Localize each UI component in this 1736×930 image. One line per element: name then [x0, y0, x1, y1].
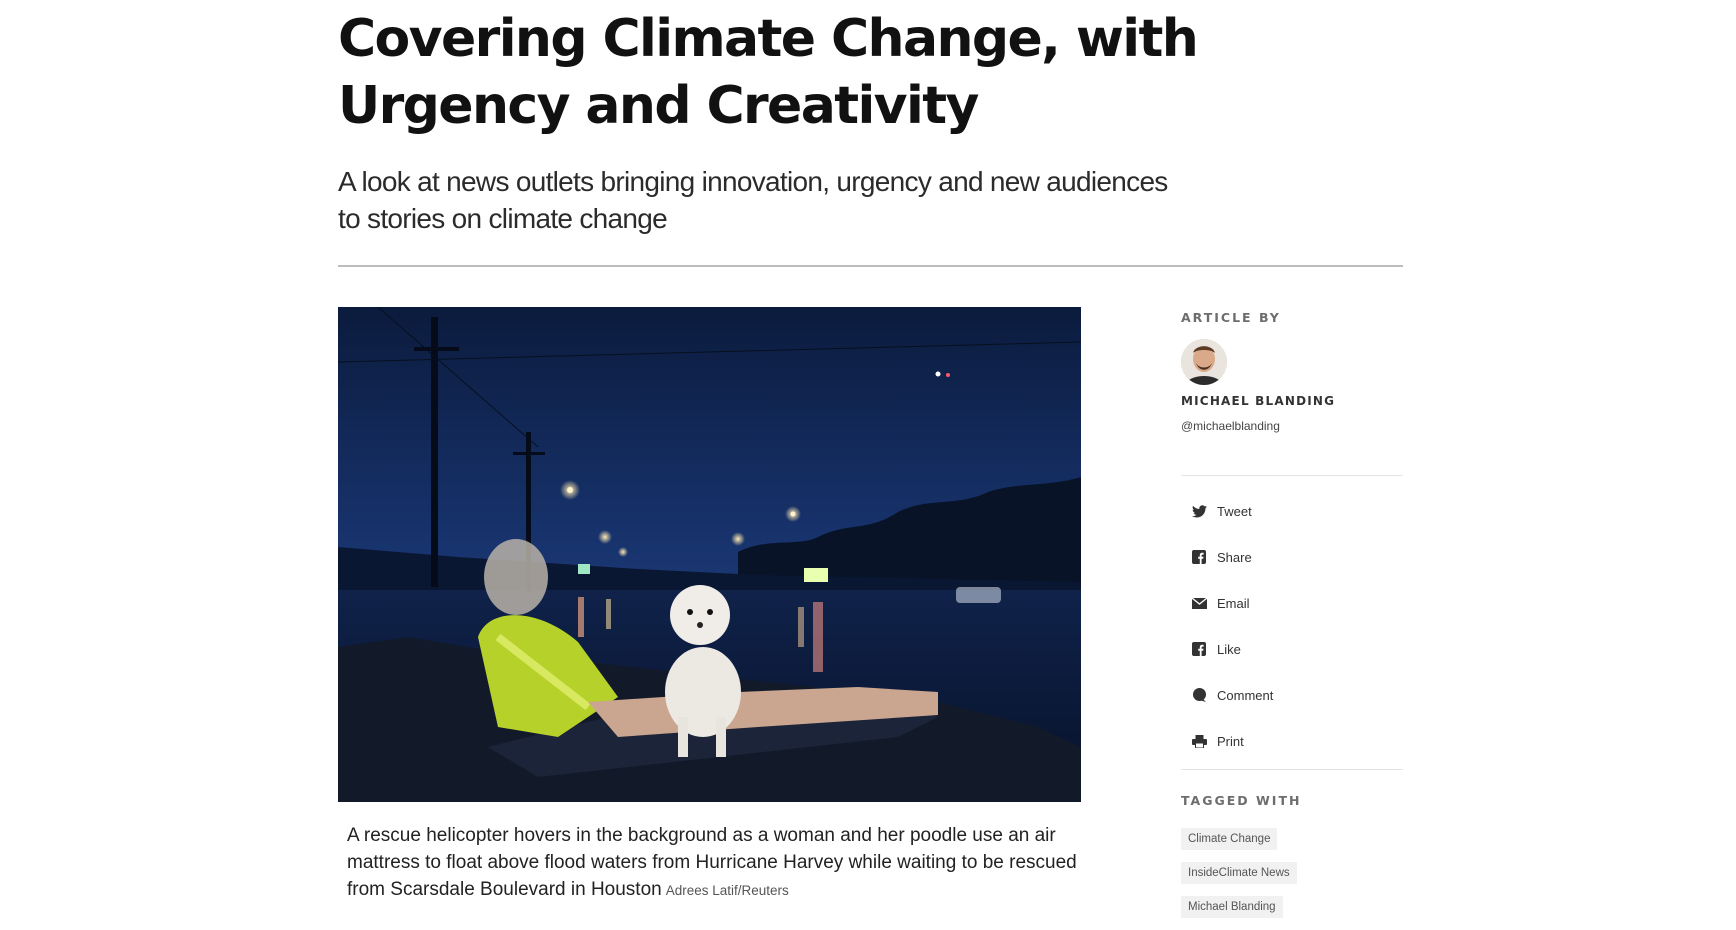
hero-caption: A rescue helicopter hovers in the backgr… [347, 822, 1077, 904]
header-divider [338, 265, 1403, 267]
share-comment-button[interactable]: Comment [1191, 672, 1391, 718]
share-email-button[interactable]: Email [1191, 580, 1391, 626]
hero-photo [338, 307, 1081, 802]
share-print-button[interactable]: Print [1191, 718, 1391, 764]
share-label: Share [1217, 549, 1252, 565]
share-label: Like [1217, 641, 1241, 657]
share-label: Email [1217, 595, 1250, 611]
share-label: Comment [1217, 687, 1274, 703]
tag-chip[interactable]: Climate Change [1181, 828, 1278, 850]
share-list: Tweet Share Email Like Comment Print [1191, 488, 1391, 764]
facebook-icon [1191, 549, 1207, 565]
article-title: Covering Climate Change, with Urgency an… [338, 9, 1199, 136]
author-name[interactable]: MICHAEL BLANDING [1181, 394, 1335, 408]
author-avatar[interactable] [1181, 339, 1227, 385]
comment-icon [1191, 687, 1207, 703]
share-tweet-button[interactable]: Tweet [1191, 488, 1391, 534]
facebook-icon [1191, 641, 1207, 657]
author-handle[interactable]: @michaelblanding [1181, 419, 1280, 433]
sidebar-divider [1181, 475, 1403, 476]
envelope-icon [1191, 595, 1207, 611]
photo-credit: Adrees Latif/Reuters [665, 883, 789, 898]
article-subtitle: A look at news outlets bringing innovati… [338, 166, 1168, 234]
printer-icon [1191, 733, 1207, 749]
sidebar-divider [1181, 769, 1403, 770]
tag-chip[interactable]: Michael Blanding [1181, 896, 1283, 918]
share-like-button[interactable]: Like [1191, 626, 1391, 672]
tag-chip[interactable]: InsideClimate News [1181, 862, 1297, 884]
tag-list: Climate Change InsideClimate News Michael … [1181, 828, 1403, 930]
share-facebook-button[interactable]: Share [1191, 534, 1391, 580]
article-page: Covering Climate Change, with Urgency an… [0, 0, 1736, 918]
tagged-with-label: TAGGED WITH [1181, 793, 1302, 808]
article-by-label: ARTICLE BY [1181, 310, 1281, 325]
share-label: Print [1217, 733, 1244, 749]
twitter-icon [1191, 503, 1207, 519]
share-label: Tweet [1217, 503, 1252, 519]
